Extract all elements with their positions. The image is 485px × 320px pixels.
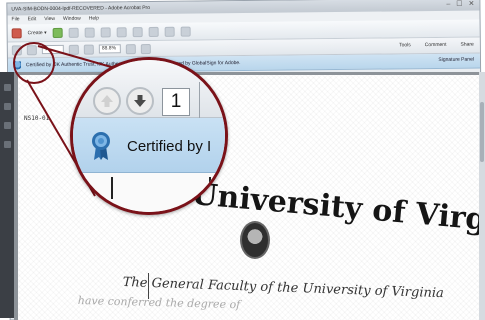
fit-page-icon[interactable]	[125, 43, 136, 54]
magnified-certified-text: Certified by I	[127, 138, 212, 155]
menu-window[interactable]: Window	[63, 16, 81, 23]
menu-help[interactable]: Help	[89, 16, 99, 23]
right-pane-tabs: Tools Comment Share	[399, 42, 474, 49]
vertical-scrollbar[interactable]	[479, 72, 485, 320]
magnifier-callout: 1 Certified by I	[70, 57, 228, 215]
settings-icon[interactable]	[116, 26, 127, 37]
magnified-page-area	[73, 173, 225, 212]
create-button[interactable]: Create ▾	[28, 30, 47, 36]
email-icon[interactable]	[100, 26, 111, 38]
text-cursor	[148, 273, 149, 299]
open-icon[interactable]	[52, 27, 63, 38]
toolbar-divider	[199, 82, 200, 118]
arrow-up-icon	[101, 95, 113, 107]
menu-edit[interactable]: Edit	[28, 16, 37, 23]
signature-panel-button[interactable]: Signature Panel	[438, 57, 474, 63]
create-pdf-icon[interactable]	[11, 27, 22, 38]
tab-share[interactable]: Share	[460, 42, 473, 48]
window-title: UVA-SIM-BODN-0004-lpdf-RECOVERED - Adobe…	[11, 4, 151, 13]
share-icon[interactable]	[148, 26, 159, 37]
menu-view[interactable]: View	[44, 16, 55, 23]
callout-source-circle	[13, 42, 55, 84]
arrow-down-icon	[134, 95, 146, 107]
magnified-document-frame	[111, 177, 211, 199]
zoom-out-icon[interactable]	[68, 44, 79, 55]
navigation-pane	[0, 72, 14, 318]
zoom-in-icon[interactable]	[83, 44, 94, 55]
page-thumbnails-icon[interactable]	[3, 84, 11, 91]
save-icon[interactable]	[68, 27, 79, 38]
degree-statement: have conferred the degree of	[77, 294, 241, 312]
tab-tools[interactable]: Tools	[399, 42, 411, 48]
next-page-button[interactable]	[126, 87, 154, 115]
scrollbar-thumb[interactable]	[480, 102, 484, 162]
window-controls[interactable]: – ☐ ✕	[446, 0, 476, 8]
signatures-icon[interactable]	[3, 122, 11, 129]
university-name: University of Virginia	[189, 177, 485, 244]
attachments-icon[interactable]	[3, 141, 11, 148]
menu-file[interactable]: File	[11, 16, 19, 23]
bookmarks-icon[interactable]	[3, 103, 11, 110]
fit-width-icon[interactable]	[140, 43, 151, 54]
previous-page-button[interactable]	[93, 87, 121, 115]
certified-ribbon-icon	[92, 132, 110, 160]
zoom-level-field[interactable]: 88.8%	[98, 44, 121, 54]
magnified-toolbar: 1	[73, 60, 225, 118]
magnified-page-number-input[interactable]: 1	[162, 88, 190, 116]
pages-icon[interactable]	[180, 26, 191, 37]
document-icon[interactable]	[164, 26, 175, 37]
university-seal	[240, 221, 270, 259]
print-icon[interactable]	[84, 27, 95, 38]
magnified-signature-bar: Certified by I	[73, 118, 225, 173]
tab-comment[interactable]: Comment	[425, 42, 447, 48]
comment-icon[interactable]	[132, 26, 143, 37]
certificate-number: NS10-01	[24, 115, 50, 122]
